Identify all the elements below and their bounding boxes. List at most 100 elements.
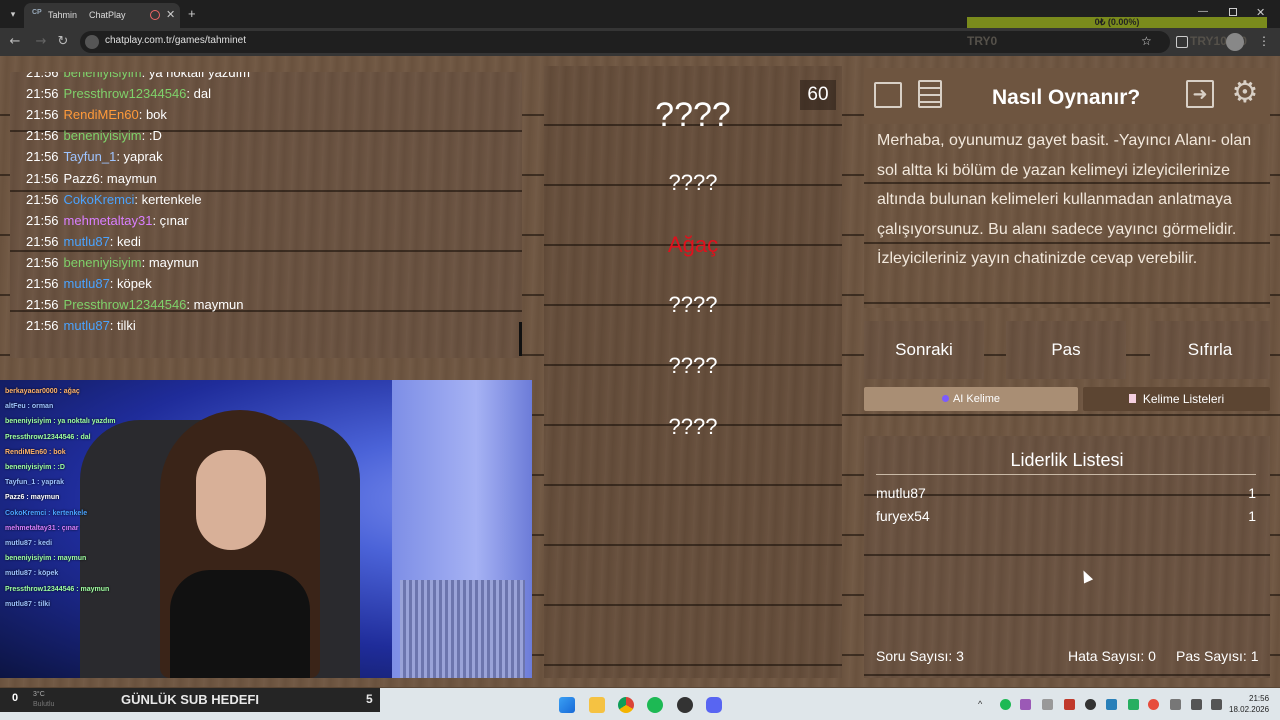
chat-text: kertenkele — [141, 191, 202, 207]
word-main: ???? — [655, 96, 731, 134]
chrome-icon[interactable] — [618, 697, 634, 713]
chat-message: 21:56 Pressthrow12344546: dal — [26, 86, 211, 101]
network-icon[interactable] — [1191, 699, 1202, 710]
chat-username[interactable]: beneniyisiyim — [64, 72, 142, 80]
howto-panel: Merhaba, oyunumuz gayet basit. -Yayıncı … — [864, 124, 1270, 308]
chat-message: 21:56 Tayfun_1: yaprak — [26, 149, 163, 164]
chat-username[interactable]: Pazz6 — [64, 171, 100, 186]
browser-tab[interactable]: CP Tahmin ChatPlay ✕ — [24, 3, 180, 28]
bookmark-star-icon[interactable]: ☆ — [1141, 34, 1152, 48]
chat-text: ya noktalı yazdım — [148, 72, 250, 80]
minimize-icon[interactable]: — — [1198, 6, 1208, 17]
close-tab-icon[interactable]: ✕ — [166, 8, 175, 21]
chat-text: tilki — [117, 318, 136, 334]
extensions-icon[interactable] — [1176, 36, 1188, 48]
exit-icon[interactable]: ➜ — [1186, 80, 1214, 108]
tab-title-2: ChatPlay — [89, 10, 126, 20]
file-explorer-icon[interactable] — [589, 697, 605, 713]
obs-icon[interactable] — [677, 697, 693, 713]
chat-username[interactable]: RendiMEn60 — [64, 107, 139, 122]
pass-button[interactable]: Pas — [1006, 321, 1126, 379]
word-column: 60 ???? ???? Ağaç ???? ???? ???? — [544, 66, 842, 678]
tray-icon[interactable] — [1064, 699, 1075, 710]
tab-list-icon[interactable]: ▾ — [6, 8, 20, 22]
overlay-chat-message: altFeu : orman — [5, 403, 54, 411]
chat-username[interactable]: mutlu87 — [64, 276, 110, 291]
leaderboard-row: mutlu87 1 — [876, 485, 1256, 501]
browser-tab-bar: ▾ CP Tahmin ChatPlay ✕ + 0₺ (0.00%) — ✕ — [0, 0, 1280, 28]
chat-text: maymun — [193, 297, 244, 313]
notes-icon[interactable] — [918, 80, 942, 108]
game-page: 21:56 beneniyisiyim: ya noktalı yazdım 21:… — [0, 56, 1280, 687]
word-lists-label: Kelime Listeleri — [1142, 392, 1225, 406]
settings-gear-icon[interactable]: ⚙ — [1230, 78, 1260, 108]
donation-left-label: TRY0 — [967, 34, 998, 48]
chat-username[interactable]: mutlu87 — [64, 318, 110, 333]
webcam-feed: berkayacar0000 : ağaç altFeu : orman benen… — [0, 380, 532, 678]
overlay-chat-message: berkayacar0000 : ağaç — [5, 388, 80, 395]
tray-chevron-icon[interactable]: ^ — [978, 699, 989, 710]
clock-time[interactable]: 21:56 — [1249, 694, 1269, 703]
clock-date[interactable]: 18.02.2026 — [1229, 705, 1269, 714]
tray-icon[interactable] — [1042, 699, 1053, 710]
profile-avatar[interactable] — [1226, 33, 1244, 51]
microphone-icon[interactable] — [1170, 699, 1181, 710]
tray-icon[interactable] — [1128, 699, 1139, 710]
chat-username[interactable]: Pressthrow12344546 — [64, 297, 187, 312]
chat-username[interactable]: Tayfun_1 — [64, 149, 117, 164]
tray-icon[interactable] — [1000, 699, 1011, 710]
site-info-icon[interactable] — [85, 35, 99, 49]
browser-menu-icon[interactable]: ⋮ — [1258, 34, 1270, 48]
forward-icon[interactable]: → — [32, 33, 50, 51]
chat-message: 21:56 beneniyisiyim: maymun — [26, 255, 199, 270]
chat-username[interactable]: beneniyisiyim — [64, 128, 142, 143]
player-name: mutlu87 — [876, 485, 926, 501]
chat-separator: : — [134, 191, 142, 207]
chat-username[interactable]: mutlu87 — [64, 234, 110, 249]
chat-time: 21:56 — [26, 128, 59, 144]
chat-message: 21:56 beneniyisiyim: :D — [26, 128, 162, 143]
chat-separator: : — [141, 128, 149, 144]
tray-icon[interactable] — [1106, 699, 1117, 710]
chat-username[interactable]: Pressthrow12344546 — [64, 86, 187, 101]
tray-icon[interactable] — [1020, 699, 1031, 710]
chat-text: maymun — [106, 170, 157, 186]
overlay-chat-message: Pressthrow12344546 : dal — [5, 433, 91, 441]
volume-icon[interactable] — [1211, 699, 1222, 710]
back-icon[interactable]: ← — [6, 33, 24, 51]
fullscreen-icon[interactable] — [874, 82, 902, 108]
chat-username[interactable]: mehmetaltay31 — [64, 213, 153, 228]
ai-word-button[interactable]: AI Kelime — [864, 387, 1078, 411]
word-item: ???? — [668, 292, 718, 317]
reload-icon[interactable]: ↻ — [54, 33, 72, 51]
windows-start-icon[interactable] — [559, 697, 575, 713]
chat-separator: : — [186, 86, 194, 102]
url-input[interactable]: chatplay.com.tr/games/tahminet ☆ — [80, 31, 1170, 53]
next-button[interactable]: Sonraki — [864, 321, 984, 379]
webcam-person-body — [170, 570, 310, 678]
reset-button[interactable]: Sıfırla — [1150, 321, 1270, 379]
chat-separator: : — [99, 170, 107, 186]
close-window-icon[interactable]: ✕ — [1256, 6, 1265, 19]
chat-text: :D — [148, 128, 162, 144]
chat-username[interactable]: beneniyisiyim — [64, 255, 142, 270]
maximize-icon[interactable] — [1229, 8, 1237, 16]
pass-count: Pas Sayısı: 1 — [1176, 648, 1259, 664]
new-tab-icon[interactable]: + — [188, 6, 196, 21]
donation-value: 0₺ (0.00%) — [1094, 17, 1140, 27]
spotify-icon[interactable] — [647, 697, 663, 713]
overlay-chat-message: beneniyisiyim : ya noktalı yazdım — [5, 418, 116, 426]
weather-desc: Bulutlu — [33, 701, 55, 708]
chat-username[interactable]: CokoKremci — [64, 192, 135, 207]
donation-goal-bar: 0₺ (0.00%) — [967, 17, 1267, 28]
chat-time: 21:56 — [26, 297, 59, 313]
list-icon — [1128, 394, 1136, 403]
chat-scrollbar[interactable] — [519, 322, 522, 356]
tray-icon[interactable] — [1148, 699, 1159, 710]
tray-icon[interactable] — [1085, 699, 1096, 710]
chat-time: 21:56 — [26, 170, 59, 186]
discord-icon[interactable] — [706, 697, 722, 713]
leaderboard-title: Liderlik Listesi — [1010, 450, 1124, 470]
word-lists-button[interactable]: Kelime Listeleri — [1083, 387, 1270, 411]
sub-goal-bar: 0 3°C Bulutlu GÜNLÜK SUB HEDEFI 5 — [0, 688, 380, 712]
